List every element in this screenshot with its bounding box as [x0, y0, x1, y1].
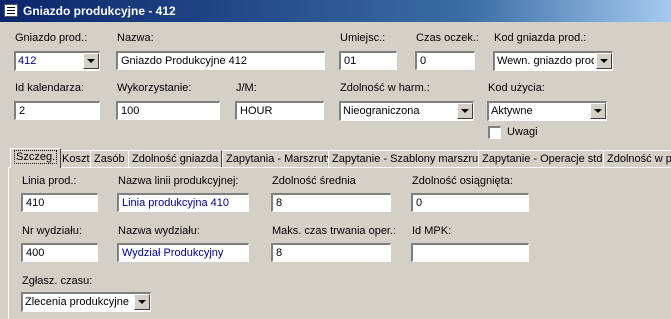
tab-zasob[interactable]: Zasób [90, 150, 129, 168]
zdolnosc-osiagnieta-label: Zdolność osiągnięta: [412, 175, 513, 187]
kod-gniazda-label: Kod gniazda prod.: [494, 32, 587, 44]
tab-zdolnosc-w-p[interactable]: Zdolność w p [603, 150, 671, 168]
czas-oczek-field[interactable]: 0 [415, 51, 475, 70]
nazwa-wydzialu-field[interactable]: Wydział Produkcyjny [117, 243, 249, 262]
nazwa-linii-label: Nazwa linii produkcyjnej: [118, 175, 239, 187]
window-title: Gniazdo produkcyjne - 412 [23, 4, 176, 18]
kod-gniazda-value: Wewn. gniazdo prod [497, 55, 594, 67]
id-kalendarza-label: Id kalendarza: [15, 82, 85, 94]
zglasz-czasu-combo[interactable]: Zlecenia produkcyjne [21, 292, 151, 312]
title-bar: Gniazdo produkcyjne - 412 [0, 0, 671, 22]
chevron-down-icon[interactable] [457, 103, 473, 119]
zdolnosc-srednia-field[interactable]: 8 [271, 193, 391, 212]
window-form-icon[interactable] [4, 4, 18, 17]
umiejsc-label: Umiejsc.: [340, 32, 386, 44]
chevron-down-icon[interactable] [134, 294, 150, 310]
nazwa-field[interactable]: Gniazdo Produkcyjne 412 [116, 51, 325, 70]
gniazdo-prod-value: 412 [18, 55, 37, 67]
chevron-down-icon[interactable] [83, 53, 99, 69]
id-mpk-field[interactable] [411, 243, 529, 262]
nazwa-linii-field[interactable]: Linia produkcyjna 410 [117, 193, 249, 212]
jm-field[interactable]: HOUR [235, 101, 324, 120]
zdolnosc-harm-label: Zdolność w harm.: [340, 82, 430, 94]
kod-uzycia-label: Kod użycia: [488, 82, 545, 94]
chevron-down-icon[interactable] [596, 53, 612, 69]
jm-label: J/M: [236, 82, 257, 94]
umiejsc-field[interactable]: 01 [339, 51, 397, 70]
wykorzystanie-label: Wykorzystanie: [117, 82, 192, 94]
id-kalendarza-field[interactable]: 2 [14, 101, 100, 120]
linia-prod-field[interactable]: 410 [21, 193, 98, 212]
uwagi-label: Uwagi [507, 126, 538, 138]
nazwa-wydzialu-label: Nazwa wydziału: [118, 225, 200, 237]
id-mpk-label: Id MPK: [412, 225, 452, 237]
zdolnosc-srednia-label: Zdolność średnia [272, 175, 356, 187]
uwagi-checkbox[interactable] [488, 126, 501, 139]
nazwa-label: Nazwa: [117, 32, 154, 44]
kod-uzycia-value: Aktywne [491, 105, 533, 117]
gniazdo-prod-label: Gniazdo prod.: [15, 32, 88, 44]
zglasz-czasu-label: Zgłasz. czasu: [22, 275, 93, 287]
chevron-down-icon[interactable] [590, 103, 606, 119]
wykorzystanie-field[interactable]: 100 [116, 101, 220, 120]
zdolnosc-osiagnieta-field[interactable]: 0 [411, 193, 529, 212]
zdolnosc-harm-combo[interactable]: Nieograniczona [339, 101, 474, 121]
maks-czas-field[interactable]: 8 [271, 243, 391, 262]
nr-wydzialu-field[interactable]: 400 [21, 243, 98, 262]
tab-strip: Szczeg. Koszt Zasób Zdolność gniazda Zap… [8, 148, 671, 168]
gniazdo-prod-combo[interactable]: 412 [14, 51, 100, 71]
tab-zapytania-marszruty[interactable]: Zapytania - Marszruty [222, 150, 337, 168]
maks-czas-label: Maks. czas trwania oper.: [272, 225, 397, 237]
tab-zdolnosc-gniazda[interactable]: Zdolność gniazda [128, 150, 223, 168]
tab-zapytanie-operacje[interactable]: Zapytanie - Operacje std. [478, 150, 610, 168]
linia-prod-label: Linia prod.: [22, 175, 77, 187]
czas-oczek-label: Czas oczek.: [416, 32, 479, 44]
tab-zapytanie-szablony[interactable]: Zapytanie - Szablony marszrut [328, 150, 486, 168]
zglasz-czasu-value: Zlecenia produkcyjne [25, 296, 129, 308]
nr-wydzialu-label: Nr wydziału: [22, 225, 82, 237]
tab-koszt[interactable]: Koszt [58, 150, 94, 168]
tab-szczeg[interactable]: Szczeg. [10, 148, 62, 168]
kod-uzycia-combo[interactable]: Aktywne [487, 101, 607, 121]
zdolnosc-harm-value: Nieograniczona [343, 105, 420, 117]
kod-gniazda-combo[interactable]: Wewn. gniazdo prod [493, 51, 613, 71]
